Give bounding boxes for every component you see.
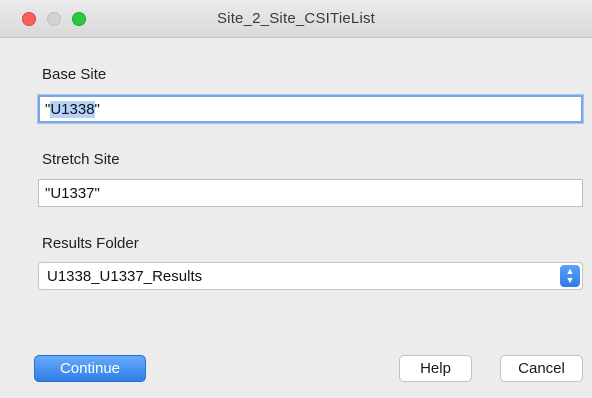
base-site-value-suffix: " bbox=[94, 101, 100, 118]
stretch-site-label: Stretch Site bbox=[42, 151, 120, 168]
base-site-label: Base Site bbox=[42, 66, 107, 83]
results-folder-label: Results Folder bbox=[42, 235, 139, 252]
help-button[interactable]: Help bbox=[399, 355, 472, 382]
title-bar[interactable]: Site_2_Site_CSITieList bbox=[0, 0, 592, 38]
results-folder-select[interactable]: U1338_U1337_Results ▲ ▼ bbox=[38, 262, 583, 290]
updown-chevron-icon[interactable]: ▲ ▼ bbox=[560, 265, 580, 287]
base-site-input[interactable]: "U1338" bbox=[38, 95, 583, 123]
base-site-selected-text: U1338 bbox=[50, 101, 95, 118]
dialog-window: Site_2_Site_CSITieList Base Site "U1338"… bbox=[0, 0, 592, 398]
stretch-site-input[interactable]: "U1337" bbox=[38, 179, 583, 207]
results-folder-selected-value: U1338_U1337_Results bbox=[47, 268, 203, 285]
continue-button[interactable]: Continue bbox=[34, 355, 146, 382]
chevron-down-icon: ▼ bbox=[565, 275, 575, 285]
window-title: Site_2_Site_CSITieList bbox=[216, 10, 376, 27]
cancel-button[interactable]: Cancel bbox=[500, 355, 583, 382]
